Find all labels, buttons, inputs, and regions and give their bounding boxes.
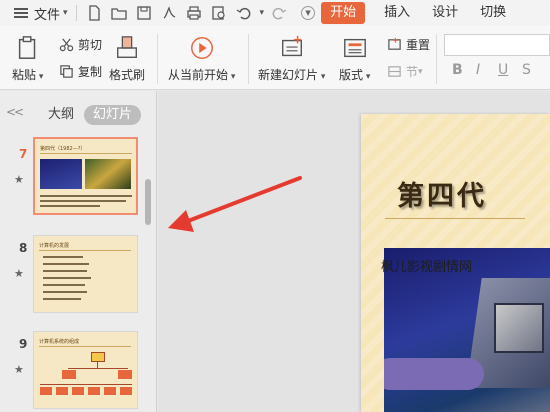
collapse-panel-icon[interactable]: << (6, 105, 24, 119)
format-painter-label: 格式刷 (109, 68, 146, 82)
undo-icon[interactable] (235, 4, 253, 22)
title-divider (385, 218, 525, 219)
redo-icon[interactable] (270, 4, 288, 22)
new-slide-label: 新建幻灯片 (258, 68, 319, 82)
layout-icon (341, 34, 369, 62)
animation-star-icon: ★ (14, 267, 24, 280)
chevron-down-icon: ▾ (418, 66, 423, 77)
new-file-icon[interactable] (85, 4, 103, 22)
menu-bar: 文件 ▾ ▾ ▼ 开始 插入 设计 切换 (0, 0, 550, 26)
tab-outline[interactable]: 大纲 (48, 105, 74, 125)
copy-icon (58, 64, 74, 80)
slide-thumbnail-8[interactable]: 计算机的发展 (33, 235, 138, 313)
thumbnail-photo (40, 159, 82, 189)
current-slide[interactable]: 第四代 枫儿影视剧情网 (361, 114, 550, 412)
tab-home[interactable]: 开始 (321, 2, 366, 24)
new-slide-button[interactable]: 新建幻灯片 ▾ (258, 34, 325, 83)
chevron-down-icon: ▾ (363, 72, 371, 82)
thumbnail-title: 第四代（1982—?） (40, 146, 86, 152)
panel-scrollbar[interactable] (145, 179, 151, 225)
paste-icon (14, 34, 42, 62)
slide-number: 9 (19, 337, 28, 351)
slide-thumbnail-9[interactable]: 计算机系统的组成 (33, 331, 138, 409)
new-slide-icon (278, 34, 306, 62)
divider (157, 34, 158, 84)
slide-title[interactable]: 第四代 (397, 174, 487, 213)
play-icon (188, 34, 216, 62)
paste-button[interactable]: 粘贴 ▾ (12, 34, 43, 83)
reset-label: 重置 (406, 38, 431, 52)
ribbon-toolbar: 粘贴 ▾ 剪切 复制 格式刷 从当前开始 ▾ 新建幻灯片 ▾ 版式 ▾ 重置 节… (0, 26, 550, 90)
print-preview-icon[interactable] (210, 4, 228, 22)
slides-panel: << 大纲 幻灯片 7 ★ 第四代（1982—?） 8 ★ 计算机的发展 9 ★… (0, 91, 157, 412)
layout-label: 版式 (339, 68, 364, 82)
export-pdf-icon[interactable] (160, 4, 178, 22)
thumbnail-title: 计算机的发展 (39, 243, 70, 249)
undo-dropdown-icon[interactable]: ▾ (260, 8, 265, 18)
section-icon (386, 64, 402, 80)
chevron-down-icon: ▾ (63, 8, 68, 18)
cut-label: 剪切 (78, 38, 103, 52)
watermark-text: 枫儿影视剧情网 (381, 260, 473, 275)
hamburger-icon (14, 8, 28, 18)
font-name-input[interactable] (444, 34, 550, 56)
italic-button[interactable]: I (476, 62, 480, 78)
format-painter-button[interactable]: 格式刷 (109, 34, 145, 83)
slide-canvas: 第四代 枫儿影视剧情网 (158, 91, 550, 412)
slide-number: 7 (19, 147, 28, 161)
chevron-down-icon: ▾ (318, 72, 326, 82)
tab-transition[interactable]: 切换 (469, 2, 517, 24)
cut-button[interactable]: 剪切 (58, 36, 102, 53)
paste-label: 粘贴 (12, 68, 37, 82)
chevron-down-icon: ▾ (36, 72, 44, 82)
save-icon[interactable] (135, 4, 153, 22)
section-label: 节 (406, 65, 419, 79)
play-from-current-label: 从当前开始 (168, 68, 229, 82)
slide-number: 8 (19, 241, 28, 255)
customize-toolbar-icon[interactable]: ▼ (301, 6, 316, 20)
divider (436, 34, 437, 84)
copy-label: 复制 (78, 65, 103, 79)
strikethrough-button[interactable]: S (522, 62, 531, 78)
shape-blob (384, 358, 484, 390)
bold-button[interactable]: B (452, 62, 463, 78)
diagram-node (62, 370, 76, 379)
tab-design[interactable]: 设计 (421, 2, 469, 24)
underline-button[interactable]: U (498, 62, 508, 78)
layout-button[interactable]: 版式 ▾ (339, 34, 370, 83)
print-icon[interactable] (185, 4, 203, 22)
reset-icon (386, 37, 402, 53)
animation-star-icon: ★ (14, 173, 24, 186)
thumbnail-title: 计算机系统的组成 (39, 339, 80, 345)
tab-slides[interactable]: 幻灯片 (84, 105, 142, 125)
slide-thumbnail-7[interactable]: 第四代（1982—?） (33, 137, 138, 215)
play-from-current-button[interactable]: 从当前开始 ▾ (168, 34, 235, 83)
thumbnail-photo (85, 159, 131, 189)
scissors-icon (58, 37, 74, 53)
diagram-node (91, 352, 105, 362)
divider (75, 5, 77, 21)
divider (248, 34, 249, 84)
file-menu[interactable]: 文件 ▾ (0, 0, 68, 26)
chevron-down-icon: ▾ (228, 72, 236, 82)
diagram-node (118, 370, 132, 379)
reset-button[interactable]: 重置 (386, 36, 430, 53)
format-painter-icon (113, 34, 141, 62)
file-menu-label: 文件 (34, 7, 61, 23)
copy-button[interactable]: 复制 (58, 63, 102, 80)
open-folder-icon[interactable] (110, 4, 128, 22)
section-button[interactable]: 节 ▾ (386, 63, 423, 80)
animation-star-icon: ★ (14, 363, 24, 376)
tab-insert[interactable]: 插入 (373, 2, 421, 24)
